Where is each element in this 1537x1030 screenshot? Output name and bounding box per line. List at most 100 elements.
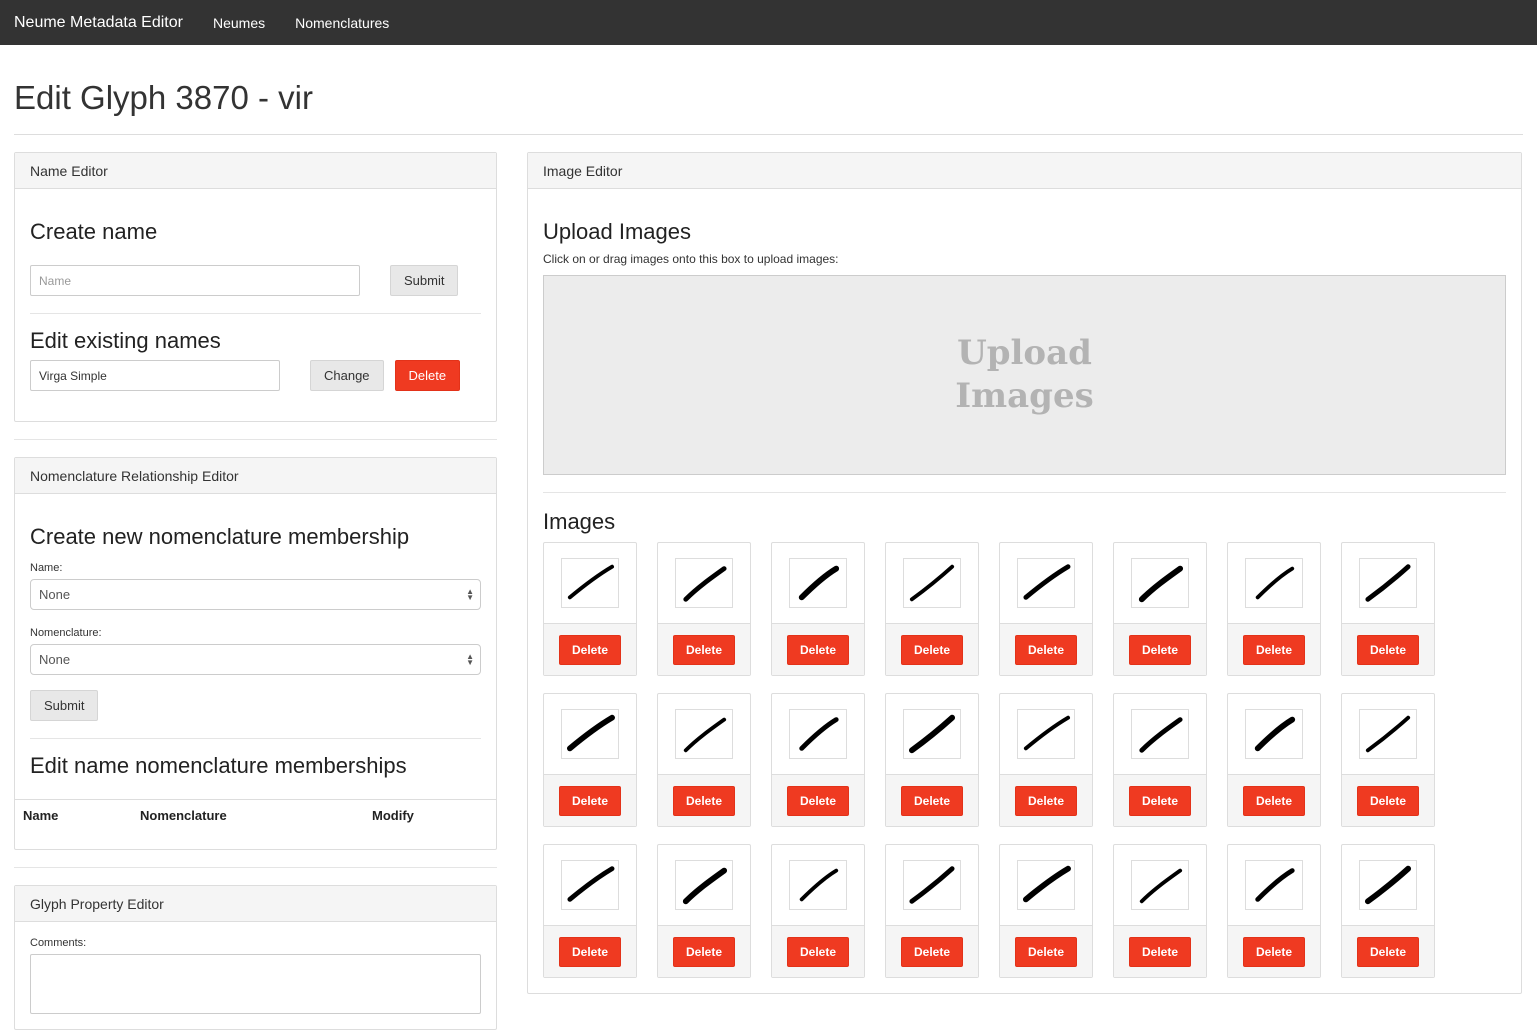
glyph-thumbnail[interactable]: [1245, 709, 1303, 759]
change-name-button[interactable]: Change: [310, 360, 384, 391]
image-tile: Delete: [543, 542, 637, 676]
membership-submit-button[interactable]: Submit: [30, 690, 99, 721]
delete-image-button[interactable]: Delete: [1356, 634, 1420, 665]
glyph-thumbnail[interactable]: [561, 709, 619, 759]
glyph-thumbnail[interactable]: [903, 558, 961, 608]
glyph-thumbnail[interactable]: [675, 558, 733, 608]
delete-image-button[interactable]: Delete: [558, 936, 622, 967]
tile-footer: Delete: [772, 623, 864, 675]
delete-image-button[interactable]: Delete: [786, 785, 850, 816]
existing-name-input[interactable]: [30, 360, 280, 391]
delete-image-button[interactable]: Delete: [672, 634, 736, 665]
image-tile: Delete: [1113, 844, 1207, 978]
nomenclature-editor-heading: Nomenclature Relationship Editor: [15, 458, 496, 494]
glyph-thumbnail[interactable]: [1017, 860, 1075, 910]
glyph-thumbnail[interactable]: [903, 860, 961, 910]
nav-neumes-link[interactable]: Neumes: [213, 15, 265, 31]
delete-image-button[interactable]: Delete: [900, 936, 964, 967]
glyph-thumbnail[interactable]: [1131, 709, 1189, 759]
nav-nomenclatures-link[interactable]: Nomenclatures: [295, 15, 389, 31]
thumbnail-wrapper: [544, 543, 636, 623]
delete-image-button[interactable]: Delete: [900, 785, 964, 816]
glyph-thumbnail[interactable]: [561, 558, 619, 608]
tile-footer: Delete: [1342, 925, 1434, 977]
delete-image-button[interactable]: Delete: [1356, 936, 1420, 967]
thumbnail-wrapper: [1228, 543, 1320, 623]
glyph-thumbnail[interactable]: [1359, 558, 1417, 608]
column-header-modify: Modify: [364, 799, 496, 831]
thumbnail-wrapper: [1000, 543, 1092, 623]
glyph-thumbnail[interactable]: [561, 860, 619, 910]
name-submit-button[interactable]: Submit: [390, 265, 459, 296]
image-tile: Delete: [657, 844, 751, 978]
delete-image-button[interactable]: Delete: [1128, 634, 1192, 665]
delete-image-button[interactable]: Delete: [558, 634, 622, 665]
glyph-thumbnail[interactable]: [789, 558, 847, 608]
column-header-nomenclature: Nomenclature: [132, 799, 364, 831]
property-editor-heading: Glyph Property Editor: [15, 886, 496, 922]
glyph-thumbnail[interactable]: [675, 709, 733, 759]
image-tile: Delete: [1227, 844, 1321, 978]
image-tile: Delete: [771, 844, 865, 978]
glyph-thumbnail[interactable]: [1131, 860, 1189, 910]
delete-image-button[interactable]: Delete: [900, 634, 964, 665]
delete-image-button[interactable]: Delete: [1014, 936, 1078, 967]
glyph-thumbnail[interactable]: [1245, 860, 1303, 910]
tile-footer: Delete: [1000, 623, 1092, 675]
thumbnail-wrapper: [1000, 845, 1092, 925]
glyph-thumbnail[interactable]: [789, 709, 847, 759]
tile-footer: Delete: [1228, 623, 1320, 675]
thumbnail-wrapper: [772, 543, 864, 623]
tile-footer: Delete: [1000, 774, 1092, 826]
tile-footer: Delete: [772, 925, 864, 977]
glyph-thumbnail[interactable]: [1017, 558, 1075, 608]
delete-image-button[interactable]: Delete: [1242, 936, 1306, 967]
tile-footer: Delete: [1228, 925, 1320, 977]
glyph-thumbnail[interactable]: [675, 860, 733, 910]
delete-image-button[interactable]: Delete: [1014, 785, 1078, 816]
delete-image-button[interactable]: Delete: [1242, 634, 1306, 665]
image-tile: Delete: [1113, 542, 1207, 676]
glyph-thumbnail[interactable]: [1017, 709, 1075, 759]
brand-link[interactable]: Neume Metadata Editor: [14, 14, 183, 32]
membership-nomenclature-select[interactable]: None ▲ ▼: [30, 644, 481, 675]
glyph-thumbnail[interactable]: [789, 860, 847, 910]
upload-dropzone[interactable]: Upload Images: [543, 275, 1506, 475]
comments-textarea[interactable]: [30, 954, 481, 1014]
membership-name-select[interactable]: None ▲ ▼: [30, 579, 481, 610]
tile-footer: Delete: [544, 925, 636, 977]
image-tile: Delete: [999, 693, 1093, 827]
thumbnail-wrapper: [544, 845, 636, 925]
delete-image-button[interactable]: Delete: [786, 634, 850, 665]
edit-names-title: Edit existing names: [30, 328, 221, 353]
delete-image-button[interactable]: Delete: [1356, 785, 1420, 816]
delete-image-button[interactable]: Delete: [1242, 785, 1306, 816]
delete-image-button[interactable]: Delete: [786, 936, 850, 967]
delete-image-button[interactable]: Delete: [1014, 634, 1078, 665]
glyph-thumbnail[interactable]: [1359, 860, 1417, 910]
delete-name-button[interactable]: Delete: [394, 360, 461, 391]
glyph-thumbnail[interactable]: [1245, 558, 1303, 608]
divider: [543, 492, 1506, 493]
select-arrows-icon: ▲ ▼: [466, 586, 474, 602]
tile-footer: Delete: [1342, 623, 1434, 675]
image-tile: Delete: [1113, 693, 1207, 827]
delete-image-button[interactable]: Delete: [1128, 785, 1192, 816]
glyph-thumbnail[interactable]: [1359, 709, 1417, 759]
edit-memberships-title: Edit name nomenclature memberships: [30, 753, 407, 778]
tile-footer: Delete: [1228, 774, 1320, 826]
name-editor-panel: Name Editor Create name Submit Edit exis…: [14, 152, 497, 422]
glyph-thumbnail[interactable]: [1131, 558, 1189, 608]
membership-name-label: Name:: [30, 562, 63, 574]
name-input[interactable]: [30, 265, 360, 296]
image-editor-panel: Image Editor Upload Images Click on or d…: [527, 152, 1522, 994]
glyph-thumbnail[interactable]: [903, 709, 961, 759]
delete-image-button[interactable]: Delete: [558, 785, 622, 816]
image-tile: Delete: [657, 693, 751, 827]
nomenclature-editor-panel: Nomenclature Relationship Editor Create …: [14, 457, 497, 850]
delete-image-button[interactable]: Delete: [672, 936, 736, 967]
upload-hint: Click on or drag images onto this box to…: [543, 252, 839, 266]
divider: [14, 439, 497, 440]
delete-image-button[interactable]: Delete: [1128, 936, 1192, 967]
delete-image-button[interactable]: Delete: [672, 785, 736, 816]
